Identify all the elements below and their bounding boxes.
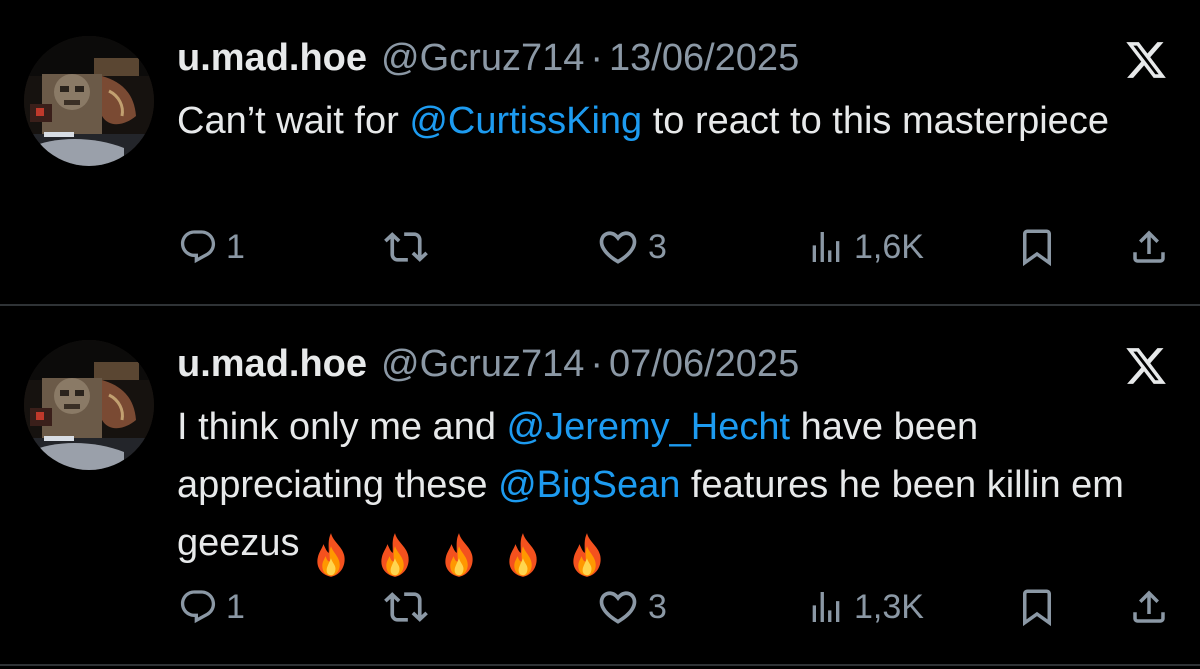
fire-emoji-icon [564, 531, 610, 579]
share-icon [1128, 226, 1170, 268]
x-logo-icon [1118, 38, 1174, 82]
views-button[interactable]: 1,6K [806, 222, 924, 272]
avatar[interactable] [24, 36, 154, 166]
separator-dot: · [590, 37, 604, 79]
retweet-icon [384, 225, 428, 269]
reply-count: 1 [226, 228, 245, 266]
emoji-group [308, 524, 628, 582]
fire-emoji-icon [500, 531, 546, 579]
tweet-header: u.mad.hoe @Gcruz714 · 13/06/2025 [177, 36, 799, 80]
tweet-divider [0, 664, 1200, 666]
like-button[interactable]: 3 [596, 222, 667, 272]
retweet-icon [384, 585, 428, 629]
share-button[interactable] [1128, 222, 1170, 272]
bookmark-button[interactable] [1016, 222, 1058, 272]
tweet-date[interactable]: 07/06/2025 [609, 343, 799, 385]
views-count: 1,6K [854, 228, 924, 266]
bookmark-icon [1016, 586, 1058, 628]
tweet-actions: 1 3 1,3K [0, 582, 1200, 632]
retweet-button[interactable] [384, 582, 428, 632]
avatar[interactable] [24, 340, 154, 470]
tweet-text: Can’t wait for @CurtissKing to react to … [177, 92, 1157, 150]
user-handle[interactable]: @Gcruz714 [381, 343, 584, 385]
share-button[interactable] [1128, 582, 1170, 632]
mention-link[interactable]: @Jeremy_Hecht [507, 406, 791, 448]
fire-emoji-icon [436, 531, 482, 579]
avatar-image [24, 340, 154, 470]
reply-count: 1 [226, 588, 245, 626]
tweet-date[interactable]: 13/06/2025 [609, 37, 799, 79]
views-icon [806, 227, 846, 267]
x-logo-icon [1118, 344, 1174, 388]
retweet-button[interactable] [384, 222, 428, 272]
views-icon [806, 587, 846, 627]
reply-button[interactable]: 1 [178, 582, 245, 632]
reply-icon [178, 587, 218, 627]
avatar-image [24, 36, 154, 166]
reply-icon [178, 227, 218, 267]
like-count: 3 [648, 588, 667, 626]
mention-link[interactable]: @CurtissKing [409, 100, 642, 142]
user-handle[interactable]: @Gcruz714 [381, 37, 584, 79]
tweet-text-part: Can’t wait for [177, 100, 410, 142]
like-count: 3 [648, 228, 667, 266]
share-icon [1128, 586, 1170, 628]
bookmark-icon [1016, 226, 1058, 268]
views-count: 1,3K [854, 588, 924, 626]
separator-dot: · [590, 343, 604, 385]
mention-link[interactable]: @BigSean [498, 464, 680, 506]
like-icon [596, 225, 640, 269]
tweet-actions: 1 3 1,6K [0, 222, 1200, 272]
like-icon [596, 585, 640, 629]
fire-emoji-icon [308, 531, 354, 579]
like-button[interactable]: 3 [596, 582, 667, 632]
tweet-text-part: I think only me and [177, 406, 507, 448]
fire-emoji-icon [372, 531, 418, 579]
tweet[interactable]: u.mad.hoe @Gcruz714 · 13/06/2025 Can’t wait… [0, 0, 1200, 300]
reply-button[interactable]: 1 [178, 222, 245, 272]
tweet-header: u.mad.hoe @Gcruz714 · 07/06/2025 [177, 342, 799, 386]
tweet-text: I think only me and @Jeremy_Hecht have b… [177, 398, 1157, 582]
display-name[interactable]: u.mad.hoe [177, 37, 367, 79]
views-button[interactable]: 1,3K [806, 582, 924, 632]
tweet-text-part: to react to this masterpiece [642, 100, 1109, 142]
bookmark-button[interactable] [1016, 582, 1058, 632]
tweet[interactable]: u.mad.hoe @Gcruz714 · 07/06/2025 I think on… [0, 306, 1200, 606]
display-name[interactable]: u.mad.hoe [177, 343, 367, 385]
